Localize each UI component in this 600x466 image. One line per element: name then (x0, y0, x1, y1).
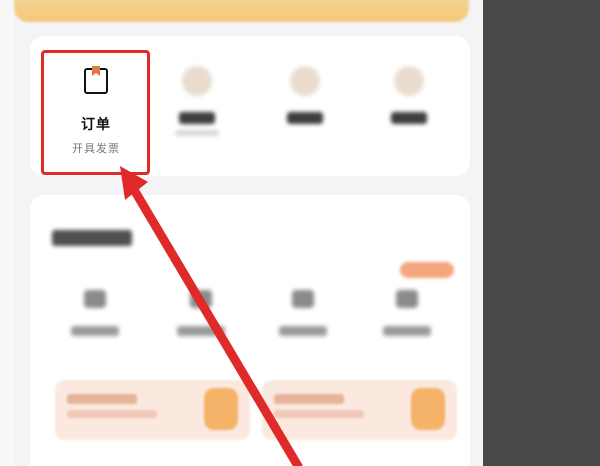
blurred-icon (290, 66, 320, 96)
section-item-blurred-4[interactable] (372, 290, 442, 336)
quick-menu-item-blurred-2[interactable] (260, 66, 350, 124)
blurred-label (279, 326, 327, 336)
quick-menu-item-blurred-1[interactable] (152, 66, 242, 136)
blurred-label (383, 326, 431, 336)
highlight-box (41, 50, 150, 175)
dark-side-panel (483, 0, 600, 466)
promo-card-blurred-right[interactable] (262, 380, 457, 440)
quick-menu-item-blurred-3[interactable] (364, 66, 454, 124)
blurred-label (179, 112, 215, 124)
section-badge-blurred (400, 262, 454, 278)
blurred-icon (190, 290, 212, 308)
section-title-blurred (52, 230, 132, 246)
blurred-icon (182, 66, 212, 96)
blurred-label (177, 326, 225, 336)
blurred-label (287, 112, 323, 124)
section-item-blurred-1[interactable] (60, 290, 130, 336)
blurred-sub (175, 130, 219, 136)
blurred-icon (396, 290, 418, 308)
section-item-blurred-2[interactable] (166, 290, 236, 336)
section-item-blurred-3[interactable] (268, 290, 338, 336)
blurred-label (71, 326, 119, 336)
blurred-icon (84, 290, 106, 308)
screen-edge (0, 0, 14, 466)
top-banner (14, 0, 469, 22)
blurred-label (391, 112, 427, 124)
promo-card-blurred-left[interactable] (55, 380, 250, 440)
blurred-icon (292, 290, 314, 308)
blurred-icon (394, 66, 424, 96)
